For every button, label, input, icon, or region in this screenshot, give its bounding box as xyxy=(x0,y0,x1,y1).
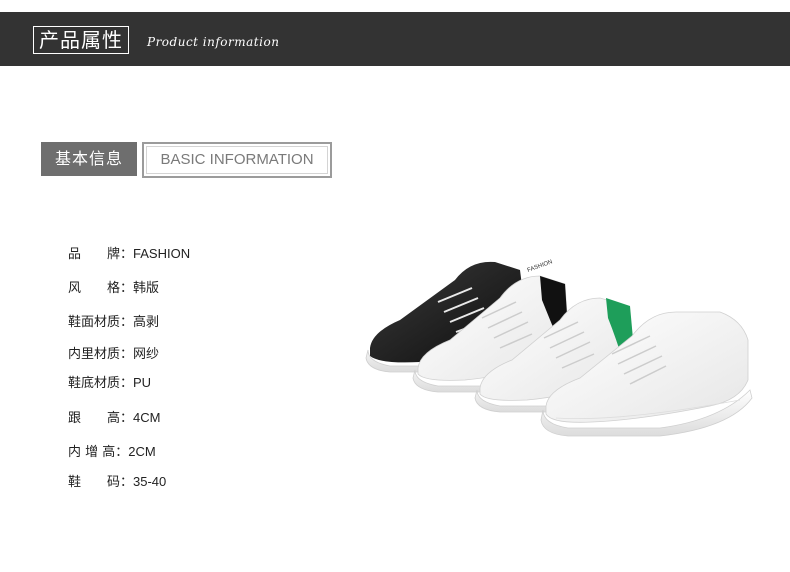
section-title-cn: 基本信息 xyxy=(41,142,137,176)
spec-row-sole-material: 鞋底材质：PU xyxy=(68,373,151,393)
section-title-en-frame: BASIC INFORMATION xyxy=(142,142,332,178)
spec-value: 2CM xyxy=(128,444,156,459)
spec-row-brand: 品 牌：FASHION xyxy=(68,244,190,264)
spec-value: 韩版 xyxy=(133,280,160,295)
product-shoes-image: FASHION xyxy=(365,259,753,437)
spec-value: PU xyxy=(133,375,152,390)
spec-label: 品 牌： xyxy=(68,247,134,262)
spec-row-lining-material: 内里材质：网纱 xyxy=(68,344,159,364)
spec-label: 风 格： xyxy=(68,281,134,296)
spec-label: 鞋面材质： xyxy=(68,315,134,330)
spec-label: 内 增 高： xyxy=(68,445,129,460)
spec-value: 高剥 xyxy=(133,314,160,329)
spec-value: 4CM xyxy=(133,410,161,425)
header-subtitle: Product information xyxy=(147,35,280,49)
spec-value: 35-40 xyxy=(133,474,167,489)
spec-label: 鞋 码： xyxy=(68,475,134,490)
spec-row-size: 鞋 码：35-40 xyxy=(68,472,166,492)
shoe-tongue-label: FASHION xyxy=(527,259,554,274)
spec-label: 跟 高： xyxy=(68,411,134,426)
spec-row-style: 风 格：韩版 xyxy=(68,278,159,298)
spec-row-inner-lift: 内 增 高：2CM xyxy=(68,442,156,462)
spec-label: 内里材质： xyxy=(68,347,134,362)
spec-value: FASHION xyxy=(133,246,191,261)
product-detail-page: 产品属性 Product information 基本信息 BASIC INFO… xyxy=(0,0,790,572)
section-title-en: BASIC INFORMATION xyxy=(146,146,328,174)
header-title: 产品属性 xyxy=(33,26,129,54)
spec-value: 网纱 xyxy=(133,346,160,361)
spec-row-heel-height: 跟 高：4CM xyxy=(68,408,160,428)
spec-row-upper-material: 鞋面材质：高剥 xyxy=(68,312,159,332)
spec-label: 鞋底材质： xyxy=(68,376,134,391)
header-band: 产品属性 Product information xyxy=(0,12,790,66)
